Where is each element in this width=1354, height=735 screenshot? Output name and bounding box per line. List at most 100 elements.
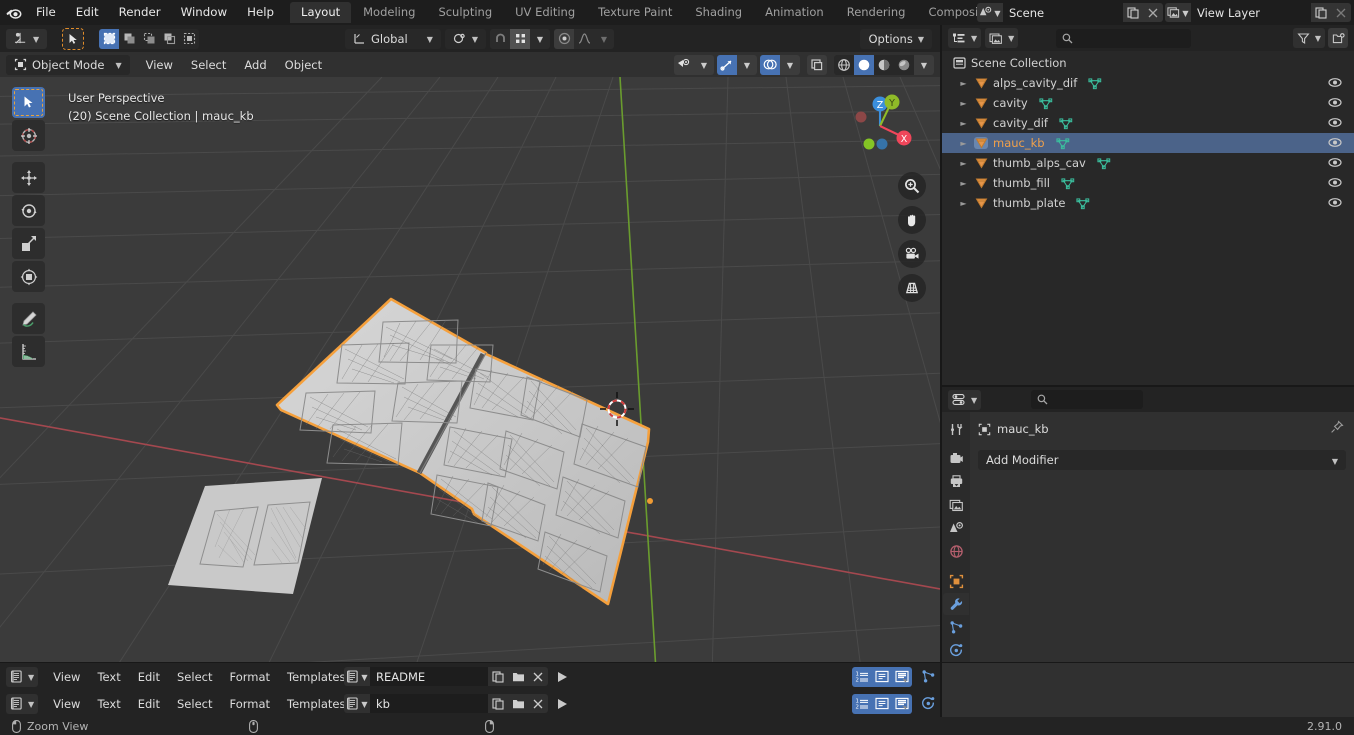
- workspace-tab-layout[interactable]: Layout: [290, 2, 352, 23]
- text-datablock-icon[interactable]: ▼: [344, 697, 370, 710]
- measure-tool-icon[interactable]: [12, 336, 45, 367]
- select-subtract-icon[interactable]: [139, 29, 159, 49]
- mesh-data-icon[interactable]: [1055, 137, 1070, 150]
- outliner-row-thumb_fill[interactable]: ► thumb_fill: [942, 173, 1354, 193]
- move-tool-icon[interactable]: [12, 162, 45, 193]
- text-editor-2-menu-templates[interactable]: Templates: [279, 694, 353, 714]
- rotate-tool-icon[interactable]: [12, 195, 45, 226]
- mesh-data-icon[interactable]: [1076, 197, 1090, 210]
- outliner-row-cavity_dif[interactable]: ► cavity_dif: [942, 113, 1354, 133]
- shading-rendered-icon[interactable]: [894, 55, 914, 75]
- duplicate-icon[interactable]: [1311, 3, 1331, 22]
- topbar-menu-file[interactable]: File: [26, 0, 66, 25]
- text-datablock-icon[interactable]: ▼: [344, 670, 370, 683]
- camera-view-icon[interactable]: [898, 240, 926, 268]
- cursor-select-icon[interactable]: [62, 27, 85, 50]
- scene-name[interactable]: Scene: [1003, 3, 1123, 22]
- eye-visibility-icon[interactable]: [1328, 176, 1342, 189]
- text-filename-1[interactable]: README: [370, 667, 488, 686]
- text-editor-2-menu-view[interactable]: View: [45, 694, 88, 714]
- properties-editor-icon[interactable]: ▼: [948, 389, 982, 410]
- overlays-icon[interactable]: [760, 54, 780, 75]
- text-datablock-2[interactable]: ▼ kb: [344, 694, 548, 713]
- render-tab[interactable]: [943, 447, 969, 469]
- add-modifier-button[interactable]: Add Modifier ▼: [978, 450, 1346, 470]
- proportional-edit-icon[interactable]: [554, 28, 574, 49]
- workspace-tab-texture-paint[interactable]: Texture Paint: [587, 2, 683, 23]
- cursor-tool-icon[interactable]: [12, 120, 45, 151]
- chevron-down-icon[interactable]: ▼: [530, 29, 550, 49]
- falloff-curve-icon[interactable]: [574, 29, 594, 49]
- outliner-row-alps_cavity_dif[interactable]: ► alps_cavity_dif: [942, 73, 1354, 93]
- tool-tab[interactable]: [943, 418, 969, 440]
- output-tab[interactable]: [943, 471, 969, 493]
- orthographic-toggle-icon[interactable]: [898, 274, 926, 302]
- outliner-row-mauc_kb[interactable]: ► mauc_kb: [942, 133, 1354, 153]
- snap-target-icon[interactable]: [510, 28, 530, 49]
- filter-funnel-icon[interactable]: ▼: [1292, 28, 1325, 48]
- disclosure-triangle-icon[interactable]: ►: [958, 99, 969, 108]
- workspace-tab-uv-editing[interactable]: UV Editing: [504, 2, 586, 23]
- world-tab[interactable]: [943, 540, 969, 562]
- new-collection-icon[interactable]: [1328, 28, 1348, 48]
- physics-tab[interactable]: [943, 640, 969, 662]
- text-editor-2-menu-select[interactable]: Select: [169, 694, 220, 714]
- properties-search-input[interactable]: [1031, 390, 1144, 409]
- text-editor-1-menu-format[interactable]: Format: [221, 667, 278, 687]
- chevron-down-icon[interactable]: ▼: [694, 55, 714, 75]
- text-datablock-1[interactable]: ▼ README: [344, 667, 548, 686]
- select-invert-icon[interactable]: [159, 29, 179, 49]
- scene-datablock[interactable]: ▼ Scene: [977, 3, 1163, 22]
- outliner-display-mode-icon[interactable]: ▼: [948, 28, 982, 48]
- outliner-row-thumb_plate[interactable]: ► thumb_plate: [942, 193, 1354, 213]
- run-script-icon[interactable]: [552, 667, 572, 687]
- eye-visibility-icon[interactable]: [1328, 136, 1342, 149]
- new-text-icon[interactable]: [488, 667, 508, 686]
- syntax-highlight-icon[interactable]: [892, 666, 912, 687]
- close-icon[interactable]: [528, 694, 548, 713]
- disclosure-triangle-icon[interactable]: ►: [958, 119, 969, 128]
- disclosure-triangle-icon[interactable]: ►: [958, 79, 969, 88]
- text-editor-1-menu-select[interactable]: Select: [169, 667, 220, 687]
- outliner-row-cavity[interactable]: ► cavity: [942, 93, 1354, 113]
- line-numbers-icon[interactable]: 12: [852, 693, 872, 714]
- line-numbers-icon[interactable]: 12: [852, 666, 872, 687]
- eye-visibility-icon[interactable]: [1328, 76, 1342, 89]
- disclosure-triangle-icon[interactable]: ►: [958, 199, 969, 208]
- select-intersect-icon[interactable]: [179, 29, 199, 49]
- view-layer-tab[interactable]: [943, 494, 969, 516]
- snap-magnet-icon[interactable]: [490, 29, 510, 49]
- eye-visibility-icon[interactable]: [1328, 96, 1342, 109]
- eye-visibility-icon[interactable]: [1328, 156, 1342, 169]
- chevron-down-icon[interactable]: ▼: [737, 54, 757, 75]
- text-editor-1-menu-text[interactable]: Text: [89, 667, 128, 687]
- object-tab[interactable]: [943, 570, 969, 592]
- pin-icon[interactable]: [1330, 420, 1344, 434]
- zoom-icon[interactable]: [898, 172, 926, 200]
- scene-tab[interactable]: [943, 517, 969, 539]
- text-editor-2-menu-edit[interactable]: Edit: [130, 694, 168, 714]
- view-layer-icon[interactable]: ▼: [1165, 6, 1191, 19]
- interaction-mode-dropdown[interactable]: Object Mode ▼: [6, 54, 130, 75]
- word-wrap-icon[interactable]: [872, 666, 892, 687]
- mesh-data-icon[interactable]: [1088, 77, 1102, 90]
- viewport-options-dropdown[interactable]: Options ▼: [860, 28, 932, 49]
- chevron-down-icon[interactable]: ▼: [914, 54, 934, 75]
- topbar-menu-render[interactable]: Render: [109, 0, 171, 25]
- particles-tab[interactable]: [943, 616, 969, 638]
- eye-visibility-icon[interactable]: [1328, 116, 1342, 129]
- shading-material-icon[interactable]: [874, 55, 894, 75]
- viewlayer-datablock[interactable]: ▼ View Layer: [1165, 3, 1351, 22]
- shading-wireframe-icon[interactable]: [834, 55, 854, 75]
- text-editor-1-menu-view[interactable]: View: [45, 667, 88, 687]
- editor-type-3dview-icon[interactable]: ▼: [6, 28, 48, 49]
- filter-id-icon[interactable]: ▼: [985, 28, 1019, 48]
- workspace-tab-modeling[interactable]: Modeling: [352, 2, 426, 23]
- scale-tool-icon[interactable]: [12, 228, 45, 259]
- 3d-viewport[interactable]: User Perspective (20) Scene Collection |…: [0, 77, 940, 662]
- workspace-tab-animation[interactable]: Animation: [754, 2, 835, 23]
- syntax-highlight-icon[interactable]: [892, 693, 912, 714]
- chevron-down-icon[interactable]: ▼: [594, 29, 614, 49]
- text-editor-icon[interactable]: ▼: [6, 666, 39, 687]
- outliner-search-input[interactable]: [1056, 28, 1192, 48]
